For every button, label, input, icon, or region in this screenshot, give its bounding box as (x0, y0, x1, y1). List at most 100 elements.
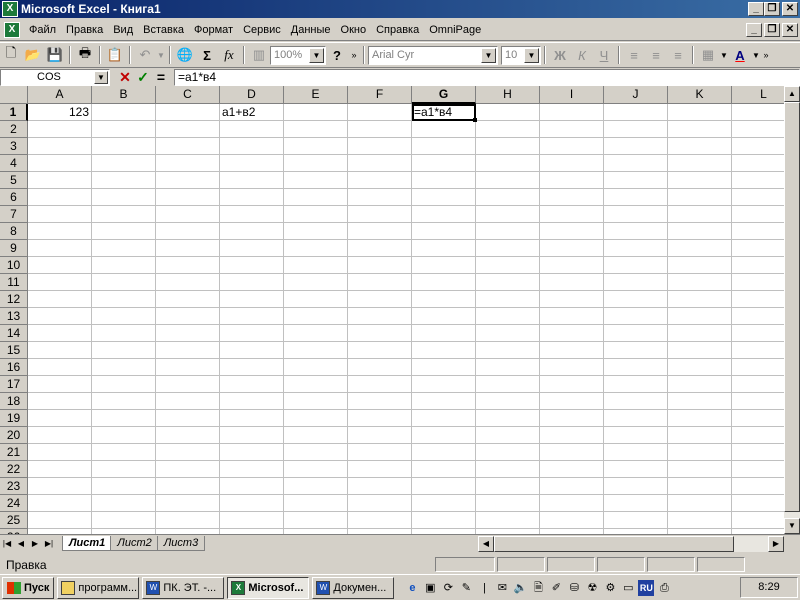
cell-c19[interactable] (156, 410, 220, 427)
cell-f6[interactable] (348, 189, 412, 206)
volume-icon[interactable]: 🔈 (512, 580, 528, 596)
cell-f21[interactable] (348, 444, 412, 461)
cell-e7[interactable] (284, 206, 348, 223)
cell-i21[interactable] (540, 444, 604, 461)
cell-g1[interactable]: =a1*в4 (412, 104, 477, 122)
horizontal-scrollbar[interactable]: ◀ ▶ (478, 536, 784, 552)
menu-view[interactable]: Вид (108, 21, 138, 39)
network-icon[interactable]: ⛁ (566, 580, 582, 596)
cell-k23[interactable] (668, 478, 732, 495)
cell-c9[interactable] (156, 240, 220, 257)
cell-g17[interactable] (412, 376, 476, 393)
cell-e3[interactable] (284, 138, 348, 155)
cell-c4[interactable] (156, 155, 220, 172)
cell-l19[interactable] (732, 410, 784, 427)
cell-j13[interactable] (604, 308, 668, 325)
cell-i15[interactable] (540, 342, 604, 359)
row-header-20[interactable]: 20 (0, 427, 28, 444)
row-header-2[interactable]: 2 (0, 121, 28, 138)
menu-window[interactable]: Окно (336, 21, 372, 39)
font-color-icon[interactable]: A (729, 44, 751, 66)
cell-h6[interactable] (476, 189, 540, 206)
cell-i25[interactable] (540, 512, 604, 529)
cell-d1[interactable]: a1+в2 (220, 104, 284, 121)
document-tray-icon[interactable]: 🗎 (530, 580, 546, 596)
cell-j22[interactable] (604, 461, 668, 478)
open-icon[interactable]: 📂 (22, 44, 44, 66)
new-icon[interactable]: 🗋 (0, 44, 22, 66)
cell-i20[interactable] (540, 427, 604, 444)
column-header-k[interactable]: K (668, 86, 732, 104)
cell-k5[interactable] (668, 172, 732, 189)
cell-f10[interactable] (348, 257, 412, 274)
undo-dropdown-icon[interactable]: ▼ (156, 44, 166, 66)
cell-c12[interactable] (156, 291, 220, 308)
function-icon[interactable]: fx (218, 44, 240, 66)
row-header-13[interactable]: 13 (0, 308, 28, 325)
vertical-scroll-thumb[interactable] (784, 102, 800, 512)
cell-l13[interactable] (732, 308, 784, 325)
cell-l17[interactable] (732, 376, 784, 393)
cell-d23[interactable] (220, 478, 284, 495)
cell-b20[interactable] (92, 427, 156, 444)
save-icon[interactable]: 💾 (44, 44, 66, 66)
cell-f7[interactable] (348, 206, 412, 223)
cell-i5[interactable] (540, 172, 604, 189)
row-header-12[interactable]: 12 (0, 291, 28, 308)
zoom-select[interactable]: 100% ▼ (270, 45, 326, 65)
cell-d3[interactable] (220, 138, 284, 155)
column-header-d[interactable]: D (220, 86, 284, 104)
cell-h21[interactable] (476, 444, 540, 461)
menu-format[interactable]: Формат (189, 21, 238, 39)
cell-h16[interactable] (476, 359, 540, 376)
cell-i13[interactable] (540, 308, 604, 325)
cell-b25[interactable] (92, 512, 156, 529)
enter-icon[interactable]: ✓ (134, 69, 152, 86)
row-header-17[interactable]: 17 (0, 376, 28, 393)
cell-g15[interactable] (412, 342, 476, 359)
row-header-3[interactable]: 3 (0, 138, 28, 155)
cell-f19[interactable] (348, 410, 412, 427)
cell-a14[interactable] (28, 325, 92, 342)
column-header-h[interactable]: H (476, 86, 540, 104)
cell-g3[interactable] (412, 138, 476, 155)
undo-icon[interactable]: ↶ (134, 44, 156, 66)
cell-l8[interactable] (732, 223, 784, 240)
cell-k18[interactable] (668, 393, 732, 410)
cell-e10[interactable] (284, 257, 348, 274)
cell-f11[interactable] (348, 274, 412, 291)
cell-c16[interactable] (156, 359, 220, 376)
cell-a20[interactable] (28, 427, 92, 444)
cell-i10[interactable] (540, 257, 604, 274)
row-header-18[interactable]: 18 (0, 393, 28, 410)
cell-f4[interactable] (348, 155, 412, 172)
cell-c5[interactable] (156, 172, 220, 189)
cell-g22[interactable] (412, 461, 476, 478)
align-right-icon[interactable]: ≡ (667, 44, 689, 66)
cell-j23[interactable] (604, 478, 668, 495)
cell-a10[interactable] (28, 257, 92, 274)
italic-button[interactable]: К (571, 44, 593, 66)
cell-e15[interactable] (284, 342, 348, 359)
scroll-left-icon[interactable]: ◀ (478, 536, 494, 552)
minimize-button[interactable]: _ (748, 2, 764, 16)
antivirus-icon[interactable]: ☢ (584, 580, 600, 596)
cell-a16[interactable] (28, 359, 92, 376)
cell-b3[interactable] (92, 138, 156, 155)
cell-c15[interactable] (156, 342, 220, 359)
cell-e21[interactable] (284, 444, 348, 461)
cell-k12[interactable] (668, 291, 732, 308)
chevron-down-icon[interactable]: ▼ (481, 47, 496, 63)
cell-e18[interactable] (284, 393, 348, 410)
cell-c11[interactable] (156, 274, 220, 291)
cell-b12[interactable] (92, 291, 156, 308)
cell-c3[interactable] (156, 138, 220, 155)
cell-a19[interactable] (28, 410, 92, 427)
excel-app-icon[interactable]: X (2, 1, 18, 17)
cell-e5[interactable] (284, 172, 348, 189)
cell-j12[interactable] (604, 291, 668, 308)
cell-g19[interactable] (412, 410, 476, 427)
cell-l14[interactable] (732, 325, 784, 342)
cell-l10[interactable] (732, 257, 784, 274)
cell-e24[interactable] (284, 495, 348, 512)
